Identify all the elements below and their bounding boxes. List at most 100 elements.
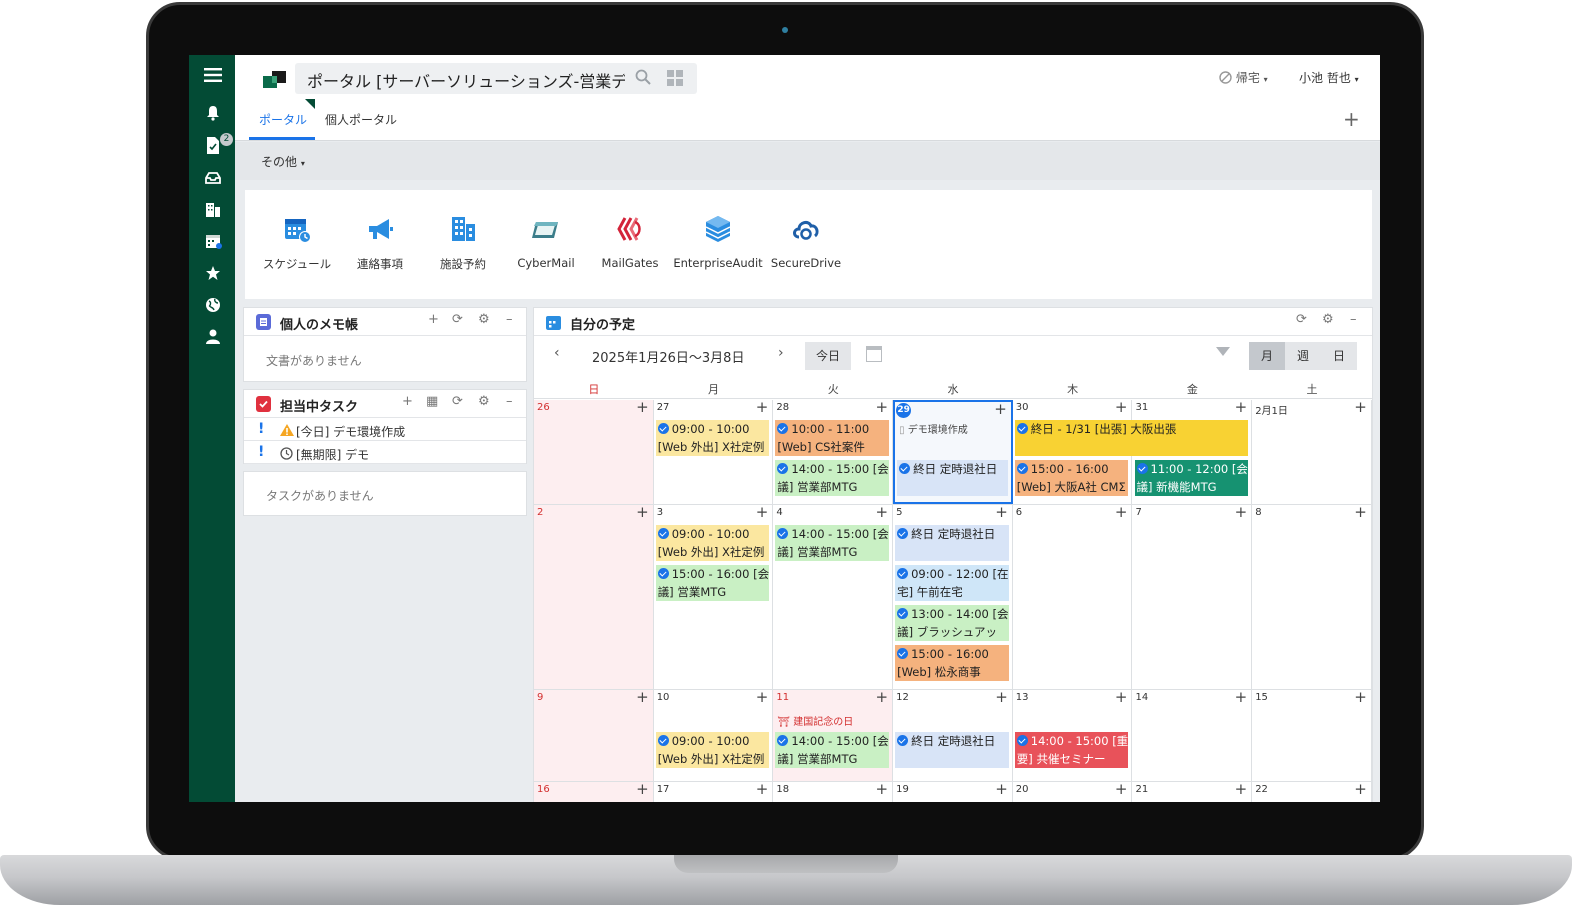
add-tab-button[interactable]: +: [1343, 107, 1360, 131]
menu-icon[interactable]: [203, 67, 223, 87]
status-dropdown[interactable]: 帰宅 ▾: [1219, 69, 1268, 86]
day-cell[interactable]: 10 +09:00 - 10:00 [Web 外出] X社定例: [654, 688, 774, 781]
day-cell[interactable]: 19 +: [893, 780, 1013, 802]
calendar-icon[interactable]: ▦: [426, 394, 438, 409]
day-cell[interactable]: 8 +: [1252, 503, 1372, 689]
refresh-icon[interactable]: ⟳: [452, 312, 463, 327]
other-dropdown[interactable]: その他 ▾: [261, 153, 305, 170]
gear-icon[interactable]: ⚙: [478, 394, 490, 409]
day-cell[interactable]: 31 +11:00 - 12:00 [会議] 新機能MTG: [1133, 398, 1253, 504]
portal-title-box[interactable]: ポータル [サーバーソリューションズ-営業デ...: [295, 63, 697, 94]
prev-arrow-icon[interactable]: ‹: [554, 345, 560, 361]
add-event-icon[interactable]: +: [876, 398, 889, 416]
add-event-icon[interactable]: +: [1354, 688, 1367, 706]
add-event-icon[interactable]: +: [756, 398, 769, 416]
add-event-icon[interactable]: +: [1115, 503, 1128, 521]
inbox-icon[interactable]: [203, 169, 223, 189]
app-enterpriseaudit[interactable]: EnterpriseAudit: [673, 214, 763, 270]
calendar-event[interactable]: 15:00 - 16:00 [Web] 松永商事: [895, 645, 1009, 681]
day-cell[interactable]: 17 +: [654, 780, 774, 802]
add-icon[interactable]: +: [428, 312, 439, 327]
calendar-event[interactable]: 09:00 - 10:00 [Web 外出] X社定例: [655, 420, 770, 456]
app-facility[interactable]: 施設予約: [418, 214, 508, 272]
calendar-event[interactable]: 15:00 - 16:00 [Web] 大阪A社 CMΣ提案: [1014, 460, 1129, 496]
add-event-icon[interactable]: +: [995, 503, 1008, 521]
globe-icon[interactable]: [203, 297, 223, 317]
minimize-icon[interactable]: –: [1350, 312, 1357, 327]
add-event-icon[interactable]: +: [995, 780, 1008, 798]
calendar-event[interactable]: 14:00 - 15:00 [重要] 共催セミナー: [1014, 732, 1129, 768]
day-cell[interactable]: 22 +: [1252, 780, 1372, 802]
day-cell[interactable]: 15 +: [1252, 688, 1372, 781]
day-view-button[interactable]: 日: [1321, 342, 1357, 370]
star-icon[interactable]: [203, 265, 223, 285]
day-cell[interactable]: 29 + ▯ デモ環境作成 終日 定時退社日: [893, 400, 1013, 504]
add-event-icon[interactable]: +: [1115, 398, 1128, 416]
week-view-button[interactable]: 週: [1285, 342, 1321, 370]
day-cell[interactable]: 30 + 終日 - 1/31 [出張] 大阪出張 15:00 - 16:00 [Web…: [1013, 398, 1249, 504]
day-cell[interactable]: 5 + 終日 定時退社日 09:00 - 12:00 [在宅] 午前在宅 13:00 -…: [893, 503, 1013, 689]
add-event-icon[interactable]: +: [756, 688, 769, 706]
add-event-icon[interactable]: +: [636, 503, 649, 521]
add-event-icon[interactable]: +: [1235, 780, 1248, 798]
add-event-icon[interactable]: +: [1115, 688, 1128, 706]
app-mailgates[interactable]: MailGates: [585, 214, 675, 270]
calendar-event[interactable]: 13:00 - 14:00 [会議] ブラッシュアッ: [895, 605, 1009, 641]
app-cybermail[interactable]: CyberMail: [501, 214, 591, 270]
task-row[interactable]: ! [無期限] デモ: [244, 442, 526, 464]
day-cell[interactable]: 28 +10:00 - 11:00 [Web] CS社案件MTG 14:00 - 1…: [773, 398, 894, 504]
grid-icon[interactable]: [667, 70, 683, 86]
calendar-event[interactable]: 11:00 - 12:00 [会議] 新機能MTG: [1134, 460, 1249, 496]
add-event-icon[interactable]: +: [876, 780, 889, 798]
calendar-event[interactable]: 終日 定時退社日: [897, 460, 1008, 496]
add-event-icon[interactable]: +: [1354, 503, 1367, 521]
add-event-icon[interactable]: +: [994, 400, 1007, 418]
day-cell[interactable]: 9 +: [534, 688, 654, 781]
day-cell[interactable]: 2 +: [534, 503, 654, 689]
tab-portal[interactable]: ポータル: [259, 111, 307, 128]
today-button[interactable]: 今日: [805, 342, 851, 370]
task-note[interactable]: ▯ デモ環境作成: [897, 422, 1008, 442]
calendar-event[interactable]: 09:00 - 12:00 [在宅] 午前在宅: [895, 565, 1009, 601]
calendar-icon[interactable]: [203, 233, 223, 253]
calendar-event[interactable]: 14:00 - 15:00 [会議] 営業部MTG: [775, 460, 890, 496]
day-cell[interactable]: 14 +: [1133, 688, 1253, 781]
day-cell[interactable]: 4 +14:00 - 15:00 [会議] 営業部MTG: [773, 503, 894, 689]
day-cell[interactable]: 13 +14:00 - 15:00 [重要] 共催セミナー: [1013, 688, 1133, 781]
add-event-icon[interactable]: +: [1235, 688, 1248, 706]
day-cell[interactable]: 16 +: [534, 780, 654, 802]
gear-icon[interactable]: ⚙: [478, 312, 490, 327]
user-icon[interactable]: [203, 329, 223, 349]
calendar-event[interactable]: 09:00 - 10:00 [Web 外出] X社定例: [655, 732, 770, 768]
calendar-event[interactable]: 09:00 - 10:00 [Web 外出] X社定例: [655, 525, 770, 561]
app-schedule[interactable]: スケジュール: [252, 214, 342, 272]
day-cell[interactable]: 21 +: [1133, 780, 1253, 802]
gear-icon[interactable]: ⚙: [1322, 312, 1334, 327]
add-event-icon[interactable]: +: [636, 780, 649, 798]
add-event-icon[interactable]: +: [995, 688, 1008, 706]
day-cell[interactable]: 20 +: [1013, 780, 1133, 802]
date-picker-icon[interactable]: [866, 346, 882, 362]
add-event-icon[interactable]: +: [1354, 780, 1367, 798]
next-arrow-icon[interactable]: ›: [778, 345, 784, 361]
add-event-icon[interactable]: +: [1235, 503, 1248, 521]
minimize-icon[interactable]: –: [506, 394, 513, 409]
day-cell[interactable]: 26 +: [534, 398, 654, 504]
add-event-icon[interactable]: +: [636, 688, 649, 706]
refresh-icon[interactable]: ⟳: [1296, 312, 1307, 327]
add-event-icon[interactable]: +: [1115, 780, 1128, 798]
add-event-icon[interactable]: +: [876, 503, 889, 521]
add-event-icon[interactable]: +: [636, 398, 649, 416]
add-event-icon[interactable]: +: [756, 780, 769, 798]
day-cell[interactable]: 3 +09:00 - 10:00 [Web 外出] X社定例 15:00 - 16:…: [654, 503, 774, 689]
day-cell[interactable]: 27 +09:00 - 10:00 [Web 外出] X社定例: [654, 398, 774, 504]
calendar-event[interactable]: 終日 定時退社日: [895, 525, 1009, 561]
task-row[interactable]: ! [今日] デモ環境作成: [244, 419, 526, 441]
refresh-icon[interactable]: ⟳: [452, 394, 463, 409]
calendar-event[interactable]: 15:00 - 16:00 [会議] 営業MTG: [655, 565, 770, 601]
filter-icon[interactable]: [1216, 347, 1230, 356]
search-icon[interactable]: [635, 69, 651, 89]
day-cell[interactable]: 7 +: [1133, 503, 1253, 689]
building-icon[interactable]: [203, 201, 223, 221]
app-securedrive[interactable]: SecureDrive: [761, 214, 851, 270]
